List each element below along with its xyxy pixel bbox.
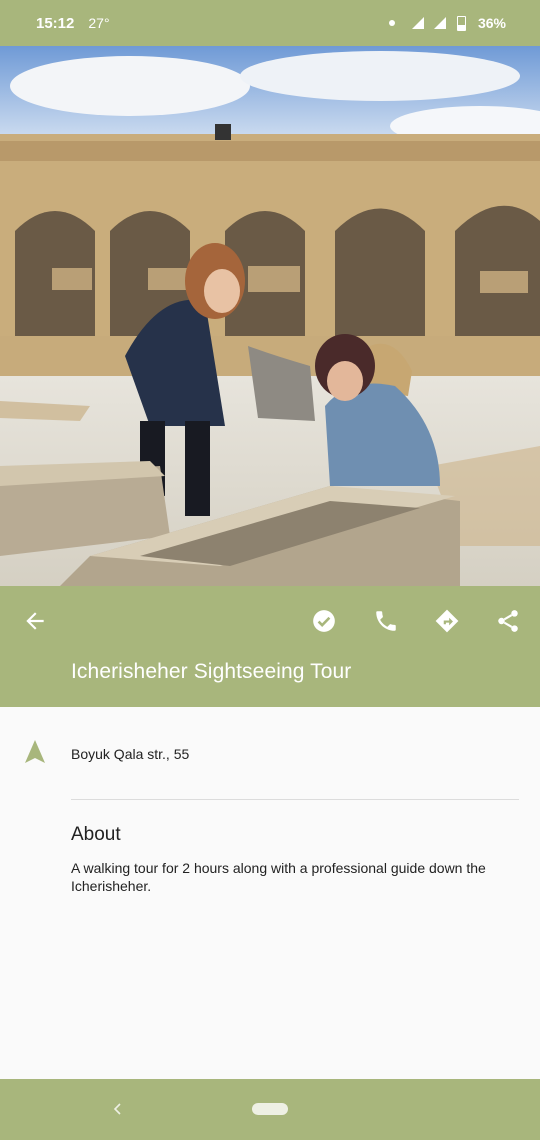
chevron-left-icon[interactable]	[108, 1099, 128, 1119]
battery-percent: 36%	[477, 15, 506, 31]
status-time: 15:12	[36, 14, 75, 32]
about-heading: About	[71, 824, 121, 845]
address-row[interactable]: Boyuk Qala str., 55	[0, 739, 540, 769]
share-icon	[498, 610, 518, 632]
status-right: 36%	[388, 15, 506, 31]
place-title: Icherisheher Sightseeing Tour	[71, 660, 352, 683]
call-button[interactable]	[368, 603, 404, 639]
about-text: A walking tour for 2 hours along with a …	[71, 860, 486, 894]
directions-icon	[435, 609, 459, 633]
divider	[71, 799, 519, 800]
hero-photo	[0, 46, 540, 586]
courtyard-photo	[0, 46, 540, 586]
back-button[interactable]	[17, 603, 53, 639]
signal-icon	[411, 17, 424, 29]
phone-icon	[376, 611, 396, 631]
system-nav-bar	[0, 1079, 540, 1140]
signal-icon	[433, 17, 446, 29]
home-pill[interactable]	[252, 1103, 288, 1115]
check-circle-icon	[313, 610, 335, 632]
status-bar: 15:12 27° 36%	[0, 0, 540, 46]
navigation-arrow-icon	[25, 740, 45, 763]
share-button[interactable]	[490, 603, 526, 639]
battery-icon	[456, 15, 466, 31]
arrow-left-icon	[26, 612, 44, 630]
notification-dot-icon	[388, 20, 395, 26]
directions-button[interactable]	[429, 603, 465, 639]
detail-header: Icherisheher Sightseeing Tour	[0, 586, 540, 707]
visited-button[interactable]	[306, 603, 342, 639]
status-temperature: 27°	[88, 15, 110, 31]
place-details: Boyuk Qala str., 55 About A walking tour…	[0, 707, 540, 1079]
address-text: Boyuk Qala str., 55	[71, 746, 190, 762]
